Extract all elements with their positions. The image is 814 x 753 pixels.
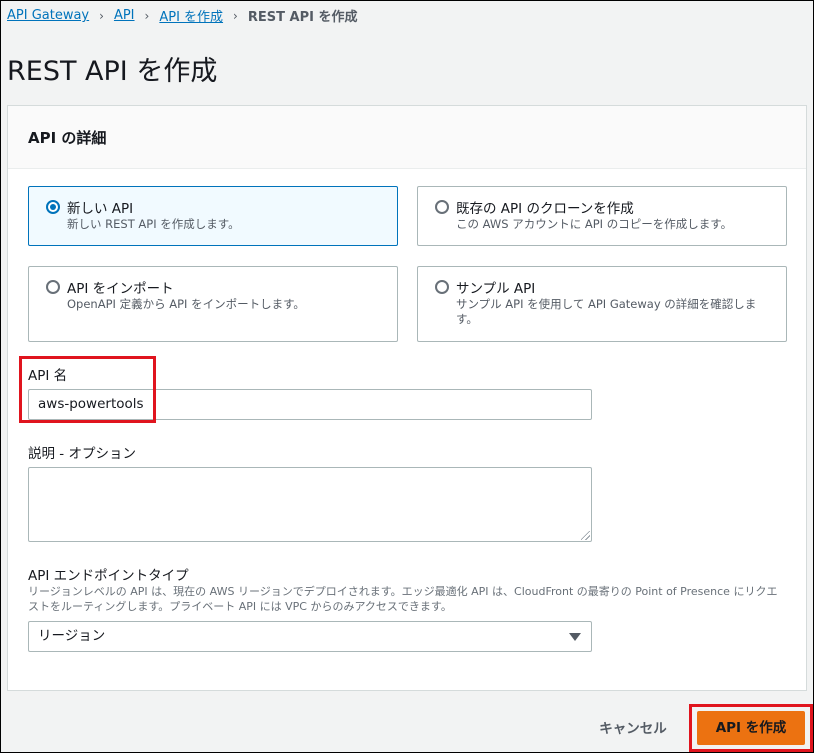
create-api-button[interactable]: API を作成 — [697, 711, 805, 745]
breadcrumb-current: REST API を作成 — [247, 10, 358, 25]
page-title: REST API を作成 — [7, 56, 218, 87]
chevron-right-icon: › — [233, 8, 238, 23]
caret-down-icon — [569, 633, 581, 641]
option-title: 新しい API — [67, 201, 134, 217]
panel-title: API の詳細 — [28, 129, 107, 147]
option-title: 既存の API のクローンを作成 — [456, 201, 634, 217]
resize-handle-icon[interactable] — [581, 531, 590, 540]
option-title: サンプル API — [456, 281, 536, 297]
cancel-button[interactable]: キャンセル — [583, 717, 683, 741]
option-description: 新しい REST API を作成します。 — [67, 217, 240, 231]
endpoint-type-label: API エンドポイントタイプ — [28, 568, 189, 584]
option-description: OpenAPI 定義から API をインポートします。 — [67, 297, 305, 311]
breadcrumb-link-create-api[interactable]: API を作成 — [159, 6, 223, 25]
endpoint-type-description: リージョンレベルの API は、現在の AWS リージョンでデプロイされます。エ… — [28, 585, 778, 613]
breadcrumb-link-api[interactable]: API — [114, 8, 135, 23]
breadcrumb: API Gateway › API › API を作成 › REST API を… — [7, 6, 357, 25]
radio-button[interactable] — [46, 280, 60, 294]
radio-button[interactable] — [435, 280, 449, 294]
chevron-right-icon: › — [144, 8, 150, 23]
option-import-api[interactable]: API をインポート OpenAPI 定義から API をインポートします。 — [28, 266, 398, 342]
description-textarea[interactable] — [28, 467, 592, 542]
radio-button-selected[interactable] — [46, 200, 60, 214]
radio-button[interactable] — [435, 200, 449, 214]
endpoint-type-selected-value: リージョン — [38, 628, 106, 644]
option-new-api[interactable]: 新しい API 新しい REST API を作成します。 — [28, 186, 398, 246]
panel-header: API の詳細 — [8, 106, 806, 169]
option-description: サンプル API を使用して API Gateway の詳細を確認します。 — [456, 297, 757, 326]
breadcrumb-link-api-gateway[interactable]: API Gateway — [7, 8, 89, 23]
option-clone-api[interactable]: 既存の API のクローンを作成 この AWS アカウントに API のコピーを… — [417, 186, 787, 246]
chevron-right-icon: › — [99, 8, 104, 23]
option-sample-api[interactable]: サンプル API サンプル API を使用して API Gateway の詳細を… — [417, 266, 787, 342]
option-description: この AWS アカウントに API のコピーを作成します。 — [456, 217, 733, 231]
endpoint-type-select[interactable]: リージョン — [28, 621, 592, 652]
option-title: API をインポート — [67, 281, 174, 297]
description-label: 説明 - オプション — [28, 446, 136, 462]
annotation-highlight-api-name — [19, 356, 156, 423]
